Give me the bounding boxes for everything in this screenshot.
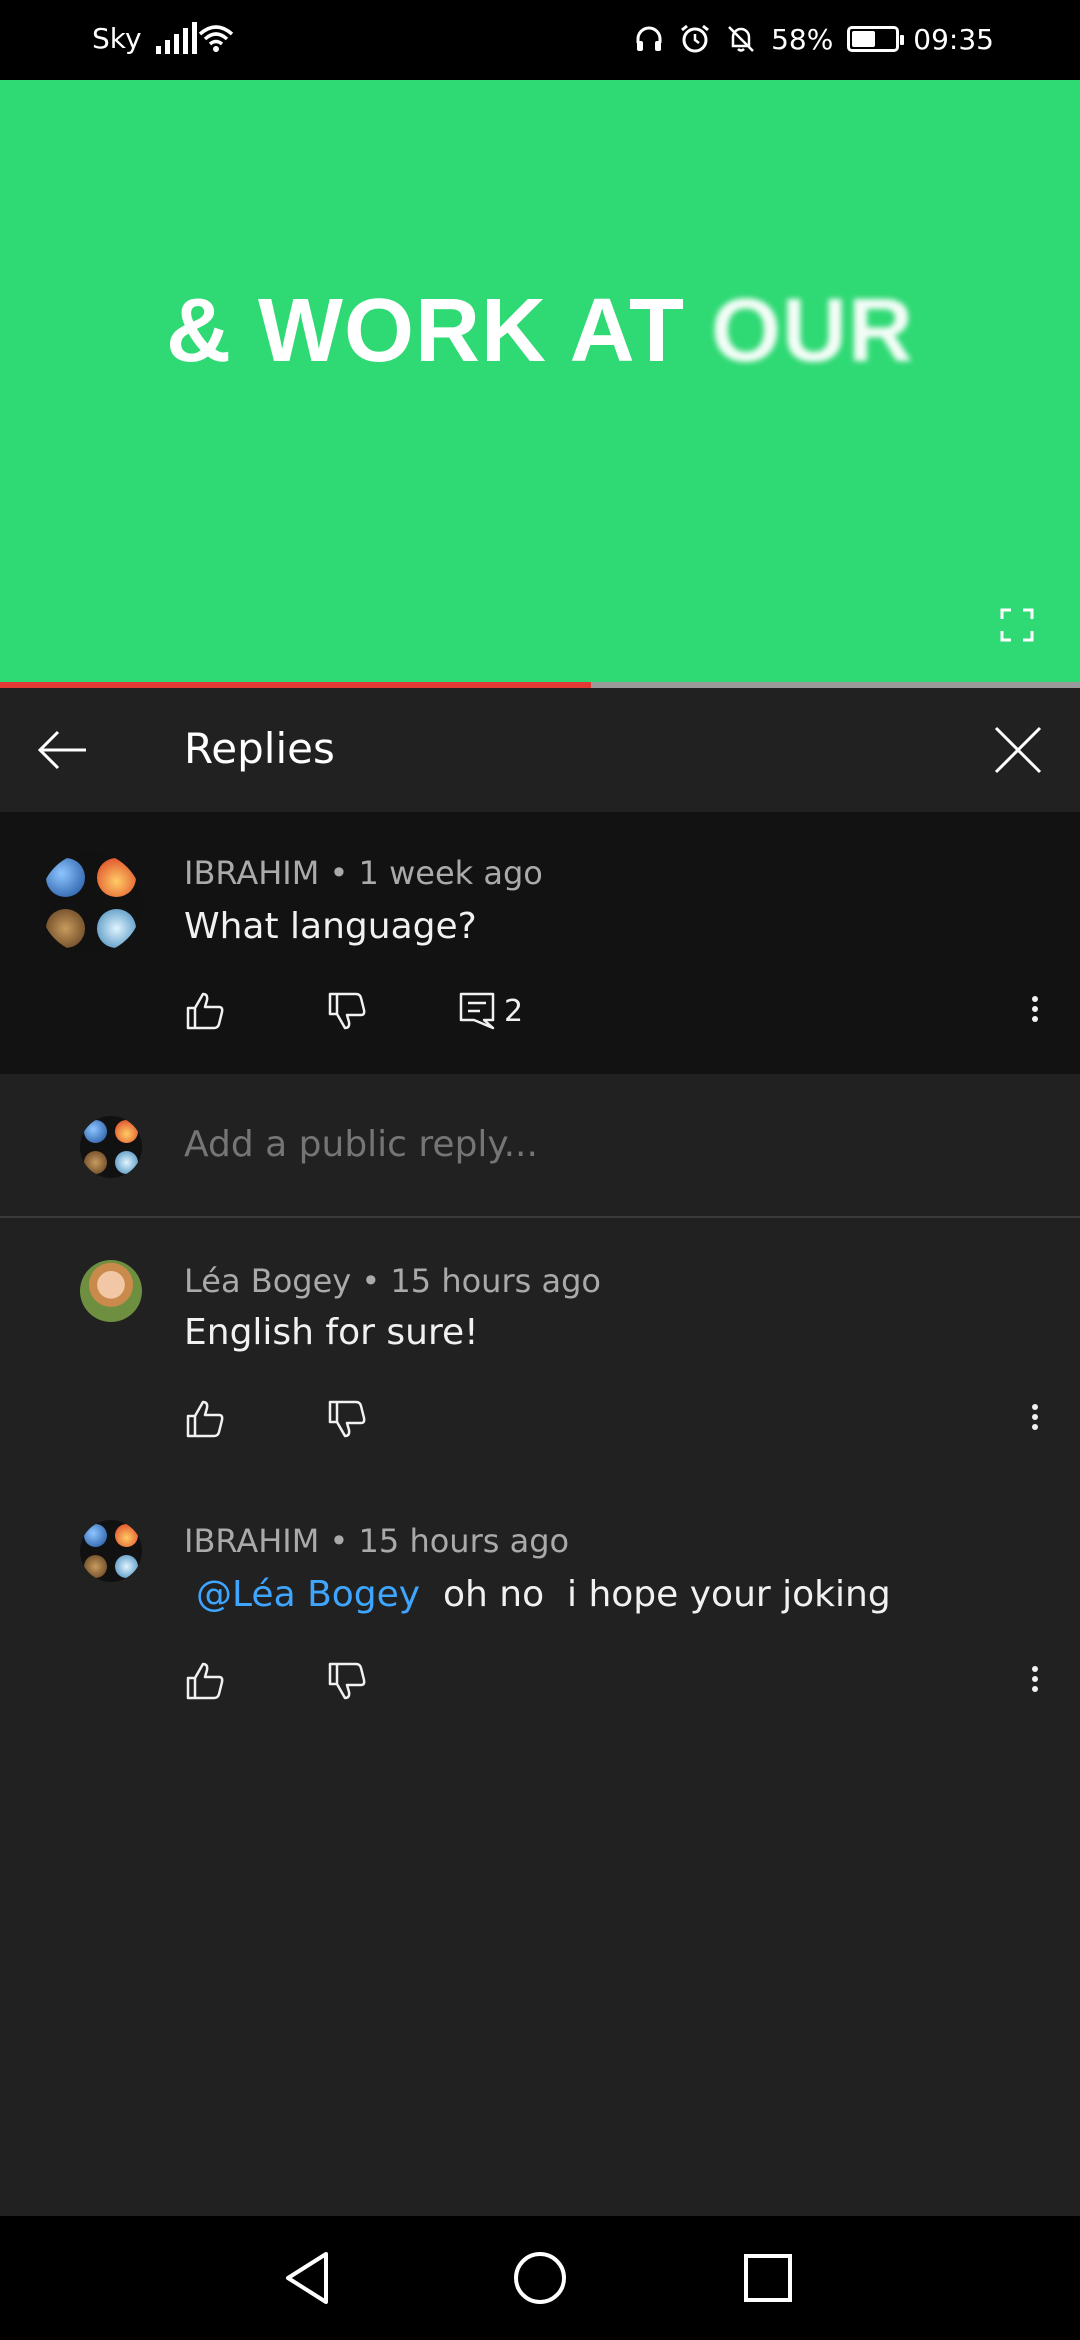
comment-text: English for sure! [184,1312,479,1353]
avatar[interactable] [80,1260,142,1322]
like-icon[interactable] [184,990,226,1032]
comment-time: 15 hours ago [358,1522,570,1560]
status-bar: Sky 58% 09:35 [0,0,1080,80]
close-icon[interactable] [992,724,1044,776]
alarm-icon [681,24,709,53]
video-caption: & WORK AT OUR [166,281,914,381]
nav-back-icon[interactable] [276,2246,340,2310]
replies-header: Replies [0,688,1080,812]
battery-icon [847,26,905,52]
notifications-off-icon [728,26,754,52]
parent-comment: IBRAHIM • 1 week ago What language? 2 [0,812,1080,1074]
fullscreen-icon[interactable] [1000,608,1034,642]
dislike-icon[interactable] [326,1660,368,1702]
page-title: Replies [184,724,335,773]
avatar [80,1116,142,1178]
comment-author[interactable]: Léa Bogey [184,1262,351,1300]
battery-percent: 58% [771,22,834,56]
signal-icon [156,22,197,54]
comment-meta: Léa Bogey • 15 hours ago [184,1262,601,1300]
avatar[interactable] [80,1520,142,1582]
comment-time: 1 week ago [358,854,543,892]
replies-icon[interactable] [456,990,498,1032]
more-options-icon[interactable] [1027,992,1043,1032]
system-nav-bar [0,2216,1080,2340]
headphones-icon [636,26,662,51]
reply-count[interactable]: 2 [504,994,523,1029]
add-reply-row [0,1074,1080,1218]
avatar[interactable] [40,852,142,954]
mention-link[interactable]: @Léa Bogey [196,1574,420,1615]
comment-author[interactable]: IBRAHIM [184,854,319,892]
comment-meta: IBRAHIM • 15 hours ago [184,1522,570,1560]
reply-input[interactable] [184,1124,984,1165]
dislike-icon[interactable] [326,990,368,1032]
comment-meta: IBRAHIM • 1 week ago [184,854,543,892]
comment-text: @Léa Bogey oh no i hope your joking [196,1574,891,1615]
comment-time: 15 hours ago [390,1262,601,1300]
like-icon[interactable] [184,1398,226,1440]
like-icon[interactable] [184,1660,226,1702]
nav-home-icon[interactable] [508,2246,572,2310]
comment-text: What language? [184,906,477,947]
clock: 09:35 [913,22,994,56]
nav-recents-icon[interactable] [736,2246,800,2310]
more-options-icon[interactable] [1027,1400,1043,1440]
wifi-icon [198,25,234,52]
carrier-name: Sky [92,22,142,55]
more-options-icon[interactable] [1027,1662,1043,1702]
dislike-icon[interactable] [326,1398,368,1440]
back-arrow-icon[interactable] [36,726,88,774]
comment-author[interactable]: IBRAHIM [184,1522,319,1560]
video-player[interactable]: & WORK AT OUR [0,80,1080,682]
